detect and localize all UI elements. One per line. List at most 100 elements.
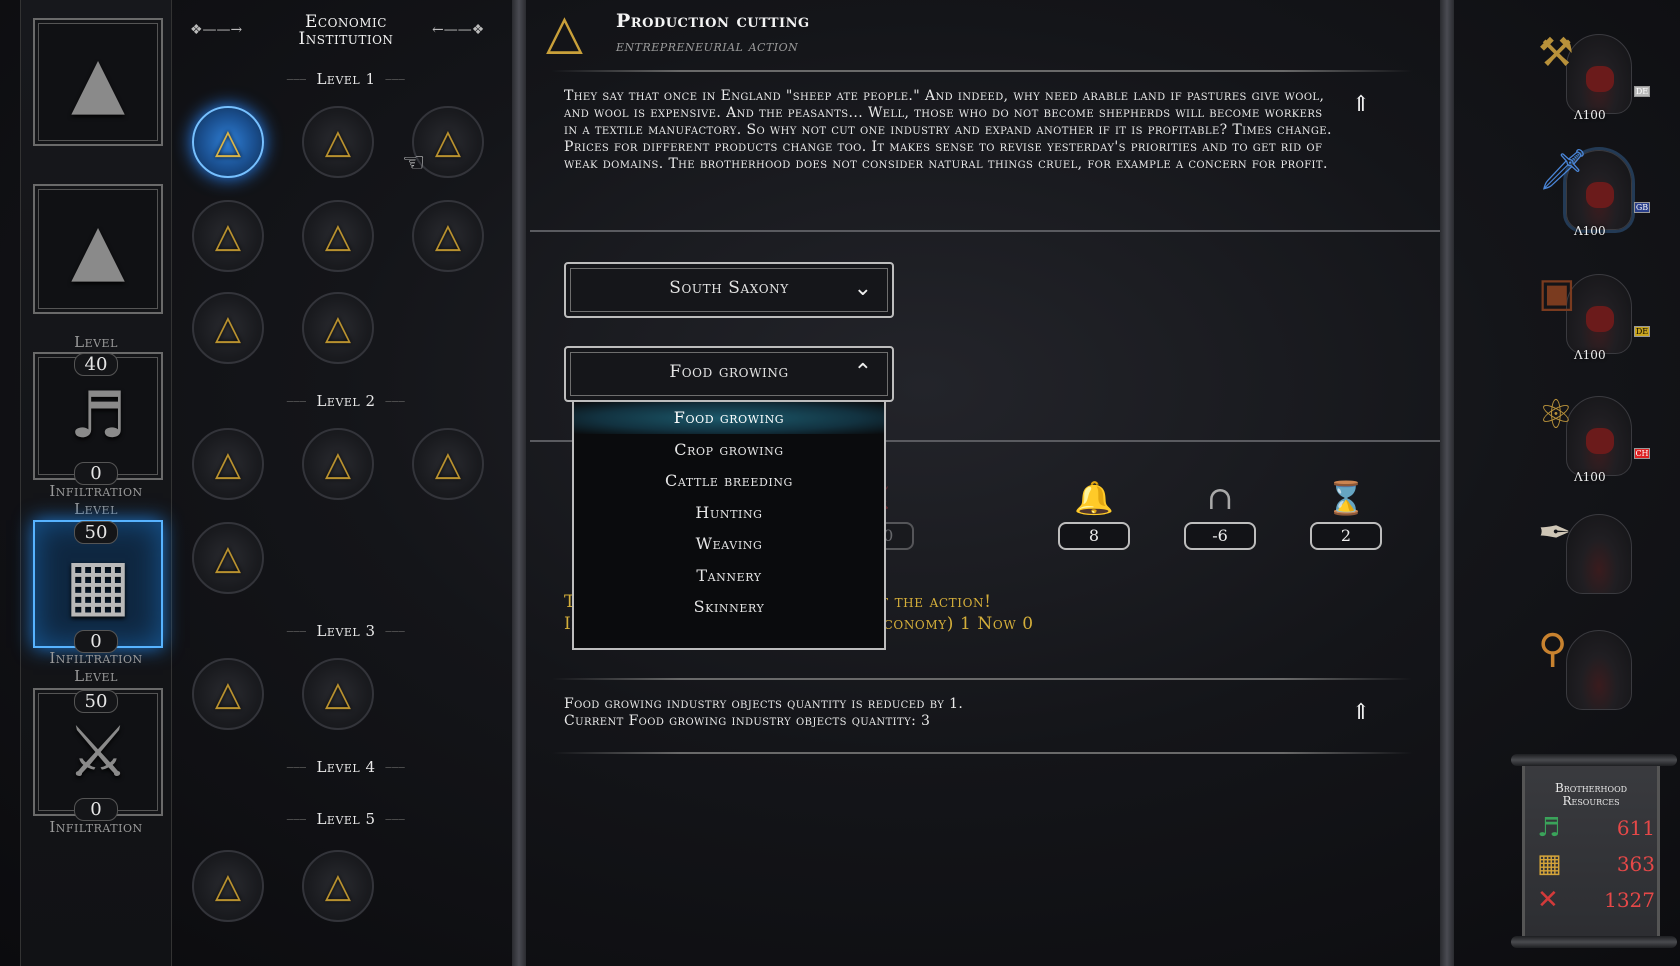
agent-portrait[interactable]: ✒ xyxy=(1536,500,1644,608)
stat-bell-value: 8 xyxy=(1058,522,1130,550)
agent-level: Λ100 xyxy=(1574,348,1606,362)
region-dropdown[interactable]: South Saxony ⌄ xyxy=(564,262,894,318)
masonic-compass-icon: △ xyxy=(324,866,352,906)
gold-bars-icon: ▦ xyxy=(64,543,132,625)
skill-node[interactable]: △ xyxy=(302,658,374,730)
book-icon: ▣ xyxy=(1538,270,1576,316)
industry-dropdown[interactable]: Food growing ⌃ xyxy=(564,346,894,402)
stat-time-value: 2 xyxy=(1310,522,1382,550)
horn-icon: ⚲ xyxy=(1538,626,1568,672)
right-rail xyxy=(1440,0,1454,966)
skill-node-selected[interactable]: △ xyxy=(192,106,264,178)
institutions-column: ▲ ▲ Level ♬ 40 0 Infiltration Level ▦ 50… xyxy=(20,0,172,966)
institution-card-pyramid[interactable]: ▲ xyxy=(33,184,163,314)
skill-node[interactable]: △ xyxy=(192,292,264,364)
skill-node[interactable]: △ xyxy=(192,200,264,272)
agent-level: Λ100 xyxy=(1574,108,1606,122)
action-description: They say that once in England "sheep ate… xyxy=(564,88,1332,172)
sword-icon: 🗡 xyxy=(1538,147,1589,193)
masonic-compass-icon: △ xyxy=(324,216,352,256)
key-icon: ⚛ xyxy=(1538,392,1574,438)
industry-option[interactable]: Hunting xyxy=(574,497,884,529)
action-panel: △ Production cutting entrepreneurial act… xyxy=(512,0,1464,966)
institution-infiltration-label: Infiltration xyxy=(49,649,143,667)
agent-level-value: 100 xyxy=(1582,108,1606,122)
masonic-compass-icon: △ xyxy=(324,444,352,484)
industry-option[interactable]: Skinnery xyxy=(574,591,884,623)
masonic-compass-icon: △ xyxy=(434,216,462,256)
collapse-description-button[interactable]: ⇑ xyxy=(1346,90,1376,120)
masonic-compass-icon: △ xyxy=(434,444,462,484)
stat-time: ⌛ 2 xyxy=(1310,478,1382,550)
skill-node[interactable]: △ xyxy=(412,428,484,500)
skill-node[interactable]: △ xyxy=(192,850,264,922)
masonic-compass-icon: △ xyxy=(214,308,242,348)
skill-node[interactable]: △ xyxy=(302,292,374,364)
masonic-compass-icon: △ xyxy=(214,866,242,906)
masonic-compass-icon: △ xyxy=(546,4,583,60)
institution-level-label: Level xyxy=(74,333,118,351)
skill-node[interactable]: △ xyxy=(412,200,484,272)
level-3-title: Level 3 xyxy=(176,622,516,640)
skill-node[interactable]: △ xyxy=(302,106,374,178)
action-subtitle: entrepreneurial action xyxy=(616,37,799,55)
agent-level: Λ100 xyxy=(1574,224,1606,238)
agent-face xyxy=(1586,306,1614,332)
ornament-right-icon: ←——❖ xyxy=(432,22,485,38)
divider xyxy=(552,752,1412,754)
institution-infiltration-label: Infiltration xyxy=(49,482,143,500)
masonic-compass-icon: △ xyxy=(214,216,242,256)
agent-level-value: 100 xyxy=(1582,224,1606,238)
agent-portrait[interactable]: ⚛ Λ100 CH xyxy=(1536,382,1650,490)
agent-flag: DE xyxy=(1634,86,1650,97)
institution-card-hood[interactable]: ▲ xyxy=(33,18,163,146)
gold-icon: ▦ xyxy=(1537,849,1562,879)
industry-option[interactable]: Cattle breeding xyxy=(574,465,884,497)
level-5-title: Level 5 xyxy=(176,810,516,828)
industry-option[interactable]: Tannery xyxy=(574,560,884,592)
masonic-compass-icon: △ xyxy=(324,674,352,714)
skill-node[interactable]: △ xyxy=(192,428,264,500)
result-line-1: Food growing industry objects quantity i… xyxy=(564,696,964,712)
agent-flag: DE xyxy=(1634,326,1650,337)
skill-node[interactable]: △ xyxy=(302,428,374,500)
resource-row: ▦ 363 xyxy=(1537,848,1655,880)
industry-option[interactable]: Crop growing xyxy=(574,434,884,466)
region-dropdown-value: South Saxony xyxy=(669,278,789,298)
masonic-compass-icon: △ xyxy=(324,122,352,162)
resources-title: Brotherhood Resources xyxy=(1525,782,1657,808)
resource-value: 363 xyxy=(1616,852,1655,876)
agent-face xyxy=(1586,428,1614,454)
action-title: Production cutting xyxy=(616,10,810,32)
resource-row: ✕ 1327 xyxy=(1537,884,1655,916)
institution-level-label: Level xyxy=(74,500,118,518)
masonic-compass-icon: △ xyxy=(324,308,352,348)
agent-portrait[interactable]: ⚲ xyxy=(1536,616,1644,724)
resource-value: 1327 xyxy=(1604,888,1655,912)
industry-option[interactable]: Food growing xyxy=(574,402,884,434)
skill-node[interactable]: △ xyxy=(302,850,374,922)
scroll-rod xyxy=(1511,754,1677,766)
swords-icon: ✕ xyxy=(1537,885,1559,915)
agent-portrait[interactable]: ⚒ Λ100 DE xyxy=(1536,20,1650,128)
agent-flag: CH xyxy=(1634,448,1650,459)
industry-option[interactable]: Weaving xyxy=(574,528,884,560)
institution-level-value: 50 xyxy=(74,690,118,713)
stat-bell: 🔔 8 xyxy=(1058,478,1130,550)
resource-row: ♬ 611 xyxy=(1537,812,1655,844)
skill-node[interactable]: △ xyxy=(302,200,374,272)
skill-node[interactable]: △ xyxy=(192,522,264,594)
chevron-down-icon: ⌄ xyxy=(853,276,872,301)
agent-portrait[interactable]: 🗡 Λ100 GB xyxy=(1536,136,1650,244)
masonic-compass-icon: △ xyxy=(214,444,242,484)
institution-level-value: 50 xyxy=(74,521,118,544)
resources-title-line2: Resources xyxy=(1562,794,1620,808)
collapse-result-button[interactable]: ⇑ xyxy=(1346,698,1376,728)
hood-icon: ∩ xyxy=(1206,479,1234,517)
institution-level-value: 40 xyxy=(74,353,118,376)
masonic-compass-icon: △ xyxy=(214,122,242,162)
level-2-title: Level 2 xyxy=(176,392,516,410)
skill-node[interactable]: △ xyxy=(192,658,264,730)
level-4-title: Level 4 xyxy=(176,758,516,776)
agent-portrait[interactable]: ▣ Λ100 DE xyxy=(1536,260,1650,368)
